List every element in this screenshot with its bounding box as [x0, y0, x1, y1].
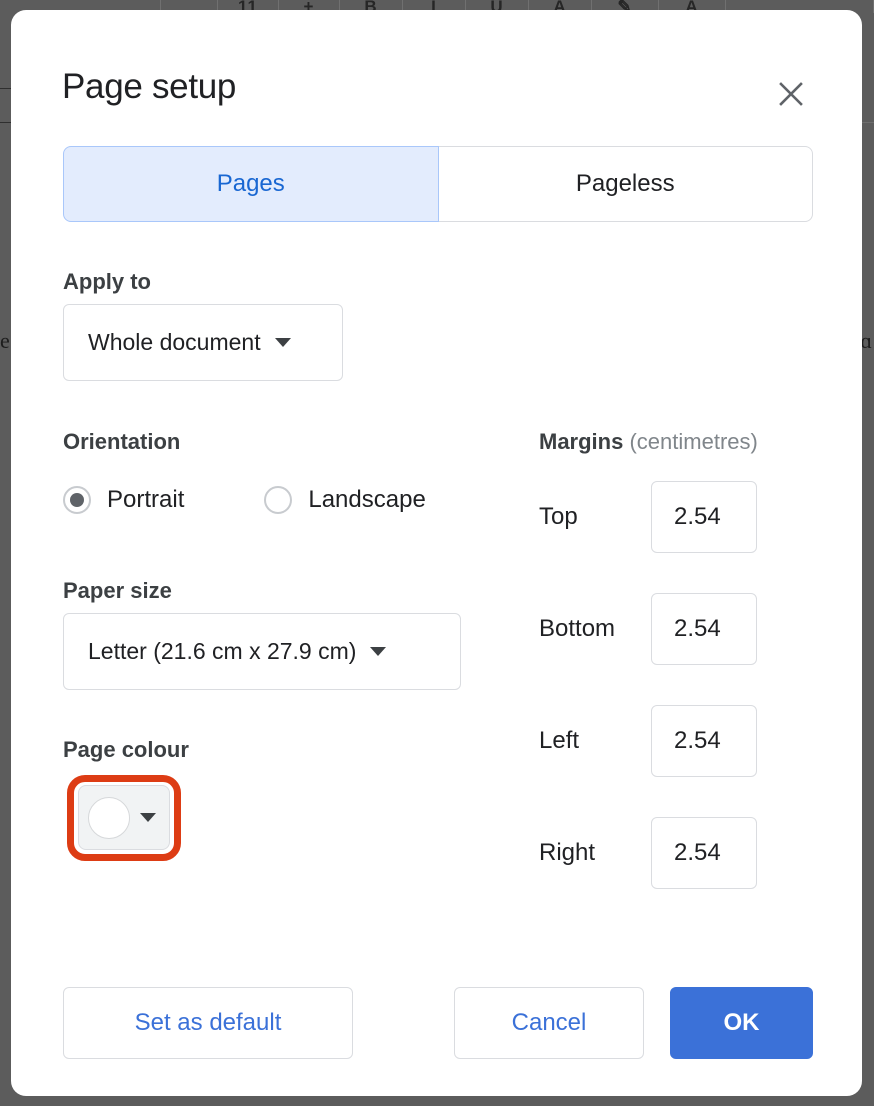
- margin-bottom-label: Bottom: [539, 615, 651, 643]
- set-as-default-label: Set as default: [135, 1009, 282, 1037]
- cancel-label: Cancel: [512, 1009, 587, 1037]
- margins-unit: (centimetres): [629, 429, 757, 454]
- bg-rule: [862, 122, 874, 123]
- margin-right-label: Right: [539, 839, 651, 867]
- margin-top-label: Top: [539, 503, 651, 531]
- page-colour-label: Page colour: [63, 737, 189, 763]
- page-title: Page setup: [62, 67, 236, 107]
- tab-pages-label: Pages: [217, 170, 285, 198]
- bg-rule: [0, 122, 11, 123]
- ok-button[interactable]: OK: [670, 987, 813, 1059]
- bg-glyph: ɑ: [860, 330, 872, 352]
- set-as-default-button[interactable]: Set as default: [63, 987, 353, 1059]
- orientation-radio-group: Portrait Landscape: [63, 486, 426, 514]
- margin-right-input[interactable]: 2.54: [651, 817, 757, 889]
- radio-landscape[interactable]: Landscape: [264, 486, 425, 514]
- radio-portrait-label: Portrait: [107, 486, 184, 514]
- margin-left-label: Left: [539, 727, 651, 755]
- margin-left-input[interactable]: 2.54: [651, 705, 757, 777]
- colour-swatch-icon: [88, 797, 130, 839]
- chevron-down-icon: [275, 338, 291, 347]
- bg-glyph: e: [0, 330, 10, 352]
- paper-size-value: Letter (21.6 cm x 27.9 cm): [88, 638, 356, 665]
- close-button[interactable]: [761, 64, 821, 124]
- margin-row: Right 2.54: [539, 817, 757, 889]
- paper-size-dropdown[interactable]: Letter (21.6 cm x 27.9 cm): [63, 613, 461, 690]
- margin-bottom-input[interactable]: 2.54: [651, 593, 757, 665]
- margins-heading: Margins (centimetres): [539, 429, 758, 455]
- margin-row: Top 2.54: [539, 481, 757, 553]
- orientation-label: Orientation: [63, 429, 180, 455]
- paper-size-label: Paper size: [63, 578, 172, 604]
- margin-row: Bottom 2.54: [539, 593, 757, 665]
- radio-unselected-icon: [264, 486, 292, 514]
- page-setup-dialog: Page setup Pages Pageless Apply to Whole…: [11, 10, 862, 1096]
- page-colour-picker[interactable]: [78, 785, 170, 850]
- close-icon: [776, 79, 806, 109]
- tab-pages[interactable]: Pages: [63, 146, 439, 222]
- margins-heading-text: Margins: [539, 429, 623, 454]
- layout-mode-tabs: Pages Pageless: [63, 146, 813, 222]
- chevron-down-icon: [370, 647, 386, 656]
- tab-pageless[interactable]: Pageless: [439, 146, 814, 222]
- radio-portrait[interactable]: Portrait: [63, 486, 184, 514]
- apply-to-label: Apply to: [63, 269, 151, 295]
- chevron-down-icon: [140, 813, 156, 822]
- apply-to-value: Whole document: [88, 329, 261, 356]
- radio-landscape-label: Landscape: [308, 486, 425, 514]
- radio-selected-icon: [63, 486, 91, 514]
- tab-pageless-label: Pageless: [576, 170, 675, 198]
- cancel-button[interactable]: Cancel: [454, 987, 644, 1059]
- apply-to-dropdown[interactable]: Whole document: [63, 304, 343, 381]
- margin-row: Left 2.54: [539, 705, 757, 777]
- ok-label: OK: [724, 1009, 760, 1037]
- margin-top-input[interactable]: 2.54: [651, 481, 757, 553]
- bg-rule: [0, 88, 11, 89]
